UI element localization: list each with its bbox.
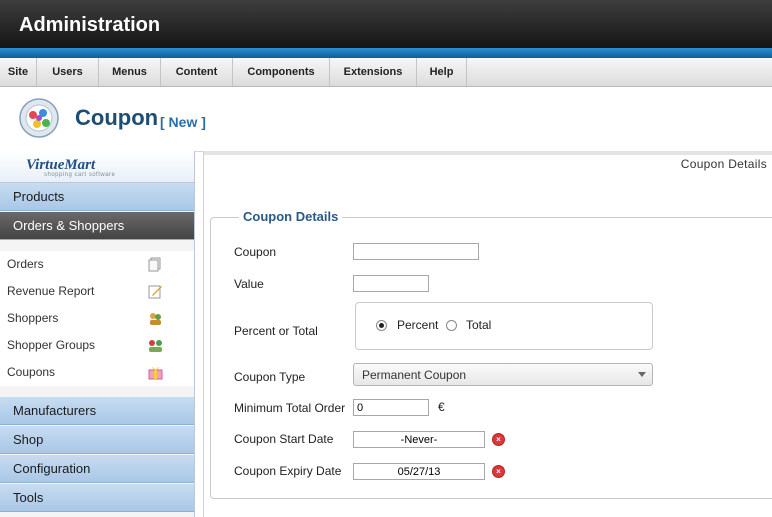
sidebar: VirtueMart shopping cart software Produc… xyxy=(0,151,195,517)
gift-icon xyxy=(148,367,163,380)
sidebar-item-orders[interactable]: Orders xyxy=(0,251,194,278)
orders-icon xyxy=(148,257,161,272)
main-content: Coupon Details Coupon Details Coupon Val… xyxy=(203,151,772,517)
menu-site[interactable]: Site xyxy=(0,58,37,86)
page-subtitle: [ New ] xyxy=(160,114,206,130)
content-top-border xyxy=(204,151,772,155)
expiry-date-input[interactable] xyxy=(353,463,485,480)
fieldset-legend: Coupon Details xyxy=(239,209,343,224)
coupon-type-label: Coupon Type xyxy=(234,370,306,384)
menu-users[interactable]: Users xyxy=(37,58,99,86)
sidebar-item-coupons[interactable]: Coupons xyxy=(0,359,194,386)
value-input[interactable] xyxy=(353,275,429,292)
start-date-label: Coupon Start Date xyxy=(234,432,334,446)
menu-extensions[interactable]: Extensions xyxy=(330,58,417,86)
sidebar-item-label: Shoppers xyxy=(7,311,59,325)
main-menu: Site Users Menus Content Components Exte… xyxy=(0,58,772,87)
admin-header: Administration xyxy=(0,0,772,48)
total-radio[interactable] xyxy=(446,320,457,331)
coupon-type-value: Permanent Coupon xyxy=(362,368,467,382)
value-label: Value xyxy=(234,277,264,291)
sidebar-item-shoppers[interactable]: Shoppers xyxy=(0,305,194,332)
sidebar-section-manufacturers[interactable]: Manufacturers xyxy=(0,397,194,425)
sidebar-item-shopper-groups[interactable]: Shopper Groups xyxy=(0,332,194,359)
currency-symbol: € xyxy=(438,400,445,414)
sidebar-item-label: Coupons xyxy=(7,365,56,379)
coupon-logo-icon xyxy=(19,98,59,138)
sidebar-section-configuration[interactable]: Configuration xyxy=(0,455,194,483)
percent-or-total-label: Percent or Total xyxy=(234,324,318,338)
shopper-groups-icon xyxy=(149,340,162,352)
coupon-label: Coupon xyxy=(234,245,277,259)
sidebar-section-products[interactable]: Products xyxy=(0,183,194,211)
percent-radio-label: Percent xyxy=(397,318,439,332)
total-radio-label: Total xyxy=(466,318,492,332)
virtuemart-tagline: shopping cart software xyxy=(44,172,116,178)
percent-or-total-group: Percent Total xyxy=(355,302,653,350)
sidebar-section-orders-shoppers[interactable]: Orders & Shoppers xyxy=(0,212,194,240)
page-header: Coupon [ New ] xyxy=(0,87,772,152)
min-total-label: Minimum Total Order xyxy=(234,401,346,415)
clear-start-date-icon[interactable]: × xyxy=(492,433,505,446)
coupon-input[interactable] xyxy=(353,243,479,260)
menu-help[interactable]: Help xyxy=(417,58,467,86)
start-date-input[interactable] xyxy=(353,431,485,448)
header-accent-bar xyxy=(0,48,772,58)
clear-expiry-date-icon[interactable]: × xyxy=(492,465,505,478)
report-icon xyxy=(148,285,162,299)
virtuemart-logo: VirtueMart shopping cart software xyxy=(0,151,194,183)
menu-components[interactable]: Components xyxy=(233,58,330,86)
sidebar-item-label: Revenue Report xyxy=(7,284,95,298)
breadcrumb: Coupon Details xyxy=(680,157,767,171)
expiry-date-label: Coupon Expiry Date xyxy=(234,464,342,478)
page-title: Coupon xyxy=(75,105,159,130)
sidebar-item-label: Shopper Groups xyxy=(7,338,96,352)
chevron-down-icon xyxy=(638,372,646,377)
min-total-input[interactable] xyxy=(353,399,429,416)
menu-content[interactable]: Content xyxy=(161,58,233,86)
coupon-type-select[interactable]: Permanent Coupon xyxy=(353,363,653,386)
sidebar-section-shop[interactable]: Shop xyxy=(0,426,194,454)
shoppers-icon xyxy=(150,313,161,325)
menu-menus[interactable]: Menus xyxy=(99,58,161,86)
sidebar-item-label: Orders xyxy=(7,257,44,271)
coupon-details-fieldset: Coupon Details Coupon Value Percent or T… xyxy=(210,209,772,499)
sidebar-section-tools[interactable]: Tools xyxy=(0,484,194,512)
percent-radio[interactable] xyxy=(376,320,387,331)
sidebar-item-revenue-report[interactable]: Revenue Report xyxy=(0,278,194,305)
admin-title: Administration xyxy=(19,14,161,36)
